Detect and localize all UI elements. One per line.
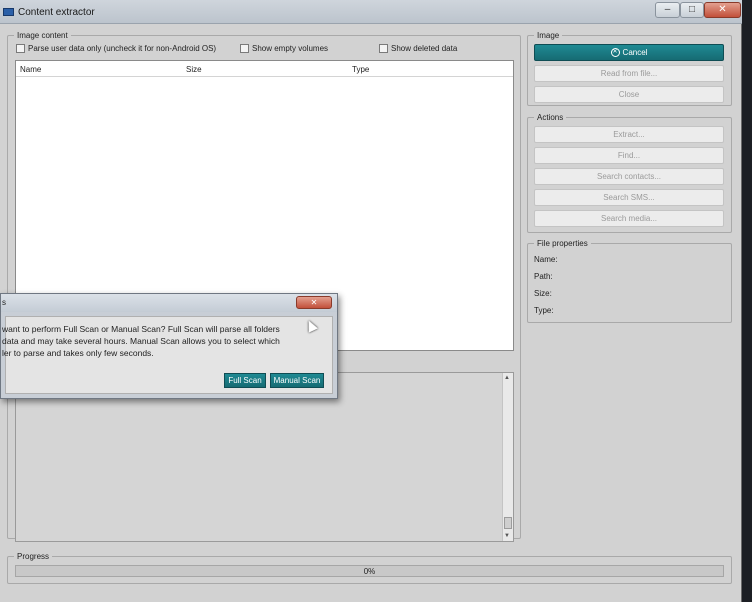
read-from-file-button[interactable]: Read from file... — [534, 65, 724, 82]
show-deleted-data-checkbox[interactable]: Show deleted data — [379, 44, 457, 53]
search-media-button[interactable]: Search media... — [534, 210, 724, 227]
extract-button[interactable]: Extract... — [534, 126, 724, 143]
manual-scan-button[interactable]: Manual Scan — [270, 373, 324, 388]
dialog-title: s — [2, 298, 6, 307]
scroll-down-icon[interactable]: ▼ — [504, 533, 510, 539]
full-scan-button[interactable]: Full Scan — [224, 373, 266, 388]
scroll-up-icon[interactable]: ▲ — [504, 375, 510, 381]
minimize-button[interactable]: – — [655, 2, 680, 18]
file-properties-group: File properties — [527, 239, 732, 323]
file-type-label: Type: — [534, 306, 554, 315]
maximize-button[interactable]: □ — [680, 2, 704, 18]
actions-legend: Actions — [537, 113, 564, 122]
file-path-label: Path: — [534, 272, 553, 281]
cancel-icon: ✕ — [610, 48, 620, 57]
app-icon — [3, 8, 14, 16]
parse-user-data-checkbox[interactable]: Parse user data only (uncheck it for non… — [16, 44, 216, 53]
window-title: Content extractor — [18, 7, 95, 18]
dialog-message: want to perform Full Scan or Manual Scan… — [2, 324, 280, 358]
search-contacts-button[interactable]: Search contacts... — [534, 168, 724, 185]
column-header-type[interactable]: Type — [352, 65, 369, 74]
file-properties-legend: File properties — [537, 239, 588, 248]
progress-legend: Progress — [17, 552, 50, 561]
checkbox-label: Parse user data only (uncheck it for non… — [28, 44, 217, 53]
checkbox-box[interactable] — [16, 44, 25, 53]
column-header-size[interactable]: Size — [186, 65, 202, 74]
column-header-name[interactable]: Name — [20, 65, 41, 74]
progress-percent: 0% — [363, 567, 376, 576]
content-extractor-window: Content extractor – □ ✕ Image content Pa… — [0, 0, 742, 602]
title-bar[interactable]: Content extractor – □ ✕ — [0, 0, 742, 24]
scroll-thumb[interactable] — [504, 517, 512, 529]
find-button[interactable]: Find... — [534, 147, 724, 164]
list-header: Name Size Type — [16, 61, 513, 77]
file-name-label: Name: — [534, 255, 558, 264]
scan-mode-dialog: s ✕ want to perform Full Scan or Manual … — [0, 293, 338, 399]
checkbox-label: Show deleted data — [391, 44, 458, 53]
dialog-body: want to perform Full Scan or Manual Scan… — [2, 316, 333, 394]
image-content-legend: Image content — [17, 31, 68, 40]
file-size-label: Size: — [534, 289, 552, 298]
checkbox-box[interactable] — [240, 44, 249, 53]
close-image-button[interactable]: Close — [534, 86, 724, 103]
cancel-label: Cancel — [622, 48, 648, 57]
dialog-title-bar[interactable]: s ✕ — [1, 294, 337, 312]
log-scrollbar[interactable]: ▲ ▼ — [502, 373, 513, 541]
dialog-close-button[interactable]: ✕ — [296, 296, 332, 309]
checkbox-label: Show empty volumes — [252, 44, 329, 53]
close-window-button[interactable]: ✕ — [704, 2, 741, 18]
image-legend: Image — [537, 31, 560, 40]
cancel-button[interactable]: ✕ Cancel — [534, 44, 724, 61]
checkbox-box[interactable] — [379, 44, 388, 53]
search-sms-button[interactable]: Search SMS... — [534, 189, 724, 206]
show-empty-volumes-checkbox[interactable]: Show empty volumes — [240, 44, 328, 53]
progress-bar: 0% — [15, 565, 724, 577]
